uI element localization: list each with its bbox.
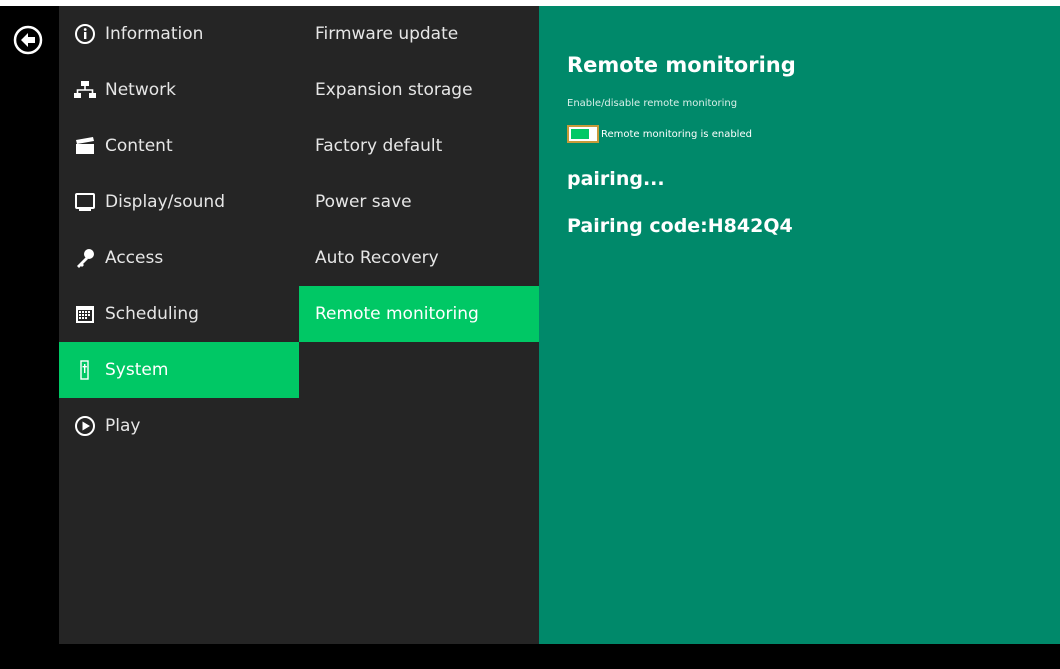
submenu-item-label: Power save <box>315 192 412 212</box>
page-title: Remote monitoring <box>567 53 796 77</box>
menu-item-label: Information <box>105 24 204 44</box>
menu-item-label: Network <box>105 80 176 100</box>
toggle-fill <box>571 129 589 139</box>
submenu-item-label: Factory default <box>315 136 443 156</box>
pairing-code-row: Pairing code:H842Q4 <box>567 215 793 237</box>
menu-item-access[interactable]: Access <box>59 230 299 286</box>
menu-item-scheduling[interactable]: Scheduling <box>59 286 299 342</box>
calendar-icon <box>73 302 97 326</box>
system-icon <box>73 358 97 382</box>
app-frame: Information Network Content Display/soun… <box>0 6 1060 669</box>
monitor-icon <box>73 190 97 214</box>
clapperboard-icon <box>73 134 97 158</box>
pairing-code-prefix: Pairing code: <box>567 215 708 237</box>
menu-item-network[interactable]: Network <box>59 62 299 118</box>
menu-item-label: System <box>105 360 169 380</box>
menu-item-play[interactable]: Play <box>59 398 299 454</box>
submenu-item-label: Firmware update <box>315 24 459 44</box>
back-arrow-icon <box>13 25 43 55</box>
submenu-item-power-save[interactable]: Power save <box>299 174 539 230</box>
submenu-item-label: Expansion storage <box>315 80 473 100</box>
submenu-item-firmware-update[interactable]: Firmware update <box>299 6 539 62</box>
pairing-status: pairing... <box>567 168 665 190</box>
menu-item-content[interactable]: Content <box>59 118 299 174</box>
menu-item-label: Play <box>105 416 141 436</box>
submenu-item-label: Remote monitoring <box>315 304 479 324</box>
back-button[interactable] <box>12 24 44 56</box>
menu-item-label: Display/sound <box>105 192 225 212</box>
remote-monitoring-toggle-row: Remote monitoring is enabled <box>567 125 752 143</box>
menu-item-information[interactable]: Information <box>59 6 299 62</box>
remote-monitoring-toggle[interactable] <box>567 125 599 143</box>
key-icon <box>73 246 97 270</box>
setting-description: Enable/disable remote monitoring <box>567 98 738 109</box>
pairing-code-value: H842Q4 <box>707 215 793 237</box>
menu-item-label: Content <box>105 136 173 156</box>
back-column <box>0 6 59 644</box>
system-submenu: Firmware update Expansion storage Factor… <box>299 6 539 644</box>
submenu-item-label: Auto Recovery <box>315 248 439 268</box>
toggle-label: Remote monitoring is enabled <box>601 128 752 140</box>
info-icon <box>73 22 97 46</box>
menu-item-system[interactable]: System <box>59 342 299 398</box>
submenu-item-expansion-storage[interactable]: Expansion storage <box>299 62 539 118</box>
network-icon <box>73 78 97 102</box>
submenu-item-factory-default[interactable]: Factory default <box>299 118 539 174</box>
play-icon <box>73 414 97 438</box>
menu-item-display-sound[interactable]: Display/sound <box>59 174 299 230</box>
main-menu: Information Network Content Display/soun… <box>59 6 299 644</box>
remote-monitoring-panel: Remote monitoring Enable/disable remote … <box>539 6 1060 644</box>
submenu-item-remote-monitoring[interactable]: Remote monitoring <box>299 286 539 342</box>
menu-item-label: Scheduling <box>105 304 199 324</box>
menu-item-label: Access <box>105 248 164 268</box>
submenu-item-auto-recovery[interactable]: Auto Recovery <box>299 230 539 286</box>
